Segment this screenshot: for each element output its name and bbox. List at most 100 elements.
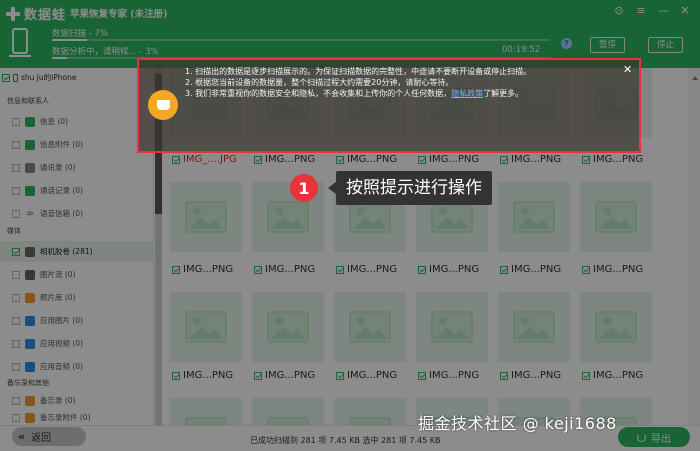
photo-thumbnail[interactable]: [580, 182, 652, 252]
photo-thumbnail[interactable]: [170, 398, 242, 425]
photo-checkbox[interactable]: [500, 371, 508, 380]
photo-caption[interactable]: IMG...PNG: [336, 370, 397, 381]
checkbox[interactable]: [12, 209, 20, 218]
photo-caption[interactable]: IMG_....JPG: [172, 154, 237, 165]
photo-checkbox[interactable]: [172, 371, 180, 380]
photo-checkbox[interactable]: [418, 371, 426, 380]
photo-thumbnail[interactable]: [252, 398, 324, 425]
sidebar-item-messages[interactable]: 信息 (0): [0, 111, 153, 132]
sidebar-item-photo-library[interactable]: 照片库 (0): [0, 287, 153, 308]
photo-checkbox[interactable]: [254, 265, 262, 274]
checkbox[interactable]: [12, 293, 20, 302]
sidebar-item-notes[interactable]: 备忘录 (0): [0, 390, 153, 411]
sidebar-item-app-videos[interactable]: 应用视频 (0): [0, 333, 153, 354]
checkbox[interactable]: [12, 186, 20, 195]
photo-checkbox[interactable]: [500, 265, 508, 274]
photo-checkbox[interactable]: [254, 155, 262, 164]
photo-caption[interactable]: IMG...PNG: [336, 264, 397, 275]
photo-thumbnail[interactable]: [170, 292, 242, 362]
device-row[interactable]: shu ju的iPhone: [0, 72, 76, 83]
photo-caption[interactable]: IMG...PNG: [336, 154, 397, 165]
sidebar-item-voicemail[interactable]: ∞ 语音信箱 (0): [0, 203, 153, 224]
photo-thumbnail[interactable]: [498, 182, 570, 252]
close-icon[interactable]: ✕: [678, 4, 692, 17]
photo-thumbnail[interactable]: [334, 398, 406, 425]
photo-caption[interactable]: IMG...PNG: [582, 264, 643, 275]
checkbox[interactable]: [12, 163, 20, 172]
photo-filename: IMG...PNG: [183, 370, 234, 381]
notice-line-3-suffix: 了解更多。: [483, 89, 524, 98]
photo-checkbox[interactable]: [336, 155, 344, 164]
stop-button[interactable]: 停止: [648, 37, 684, 53]
checkbox[interactable]: [12, 316, 20, 325]
device-phone-icon: [13, 73, 18, 82]
photo-checkbox[interactable]: [336, 371, 344, 380]
scan-progress-fill: [52, 39, 87, 41]
sidebar-item-camera-roll[interactable]: 相机胶卷 (281): [0, 241, 153, 262]
notice-close-icon[interactable]: ✕: [623, 63, 632, 76]
photo-checkbox[interactable]: [336, 265, 344, 274]
sidebar-item-app-photos[interactable]: 应用图片 (0): [0, 310, 153, 331]
minimize-icon[interactable]: —: [656, 4, 670, 17]
back-button[interactable]: « 返回: [12, 427, 86, 446]
sidebar-item-app-audio[interactable]: 应用音频 (0): [0, 356, 153, 377]
photo-caption[interactable]: IMG...PNG: [582, 154, 643, 165]
photo-checkbox[interactable]: [418, 155, 426, 164]
checkbox[interactable]: [12, 117, 20, 126]
photo-checkbox[interactable]: [172, 155, 180, 164]
photo-caption[interactable]: IMG...PNG: [254, 154, 315, 165]
photo-checkbox[interactable]: [172, 265, 180, 274]
photo-caption[interactable]: IMG...PNG: [418, 370, 479, 381]
help-icon[interactable]: ?: [561, 38, 572, 49]
user-icon[interactable]: ⊙: [612, 4, 626, 17]
photo-caption[interactable]: IMG...PNG: [172, 264, 233, 275]
photo-caption[interactable]: IMG...PNG: [172, 370, 233, 381]
photo-checkbox[interactable]: [582, 155, 590, 164]
privacy-policy-link[interactable]: 隐私政策: [451, 89, 483, 98]
image-placeholder-icon: [185, 201, 227, 233]
menu-icon[interactable]: ≡: [634, 4, 648, 17]
sidebar-item-contacts[interactable]: 通讯录 (0): [0, 157, 153, 178]
checkbox[interactable]: [12, 270, 20, 279]
photo-thumbnail[interactable]: [580, 292, 652, 362]
photo-checkbox[interactable]: [254, 371, 262, 380]
photo-caption[interactable]: IMG...PNG: [418, 264, 479, 275]
camera-roll-icon: [25, 246, 35, 257]
photo-filename: IMG...PNG: [265, 264, 316, 275]
checkbox[interactable]: [12, 339, 20, 348]
checkbox[interactable]: [12, 247, 20, 256]
photo-caption[interactable]: IMG...PNG: [500, 154, 561, 165]
photo-caption[interactable]: IMG...PNG: [500, 370, 561, 381]
pause-button[interactable]: 暂停: [590, 37, 626, 53]
photo-checkbox[interactable]: [582, 371, 590, 380]
photo-thumbnail[interactable]: [498, 292, 570, 362]
grid-scrollbar[interactable]: [688, 68, 700, 425]
checkbox[interactable]: [12, 140, 20, 149]
scroll-up-icon[interactable]: [692, 76, 698, 80]
checkbox[interactable]: [12, 396, 20, 405]
photo-caption[interactable]: IMG...PNG: [254, 264, 315, 275]
photo-thumbnail[interactable]: [252, 292, 324, 362]
export-button[interactable]: 导出: [618, 427, 690, 447]
sidebar-item-photo-stream[interactable]: 图片流 (0): [0, 264, 153, 285]
photo-checkbox[interactable]: [582, 265, 590, 274]
notice-line-2: 2. 根据您当前设备的数据量，整个扫描过程大约需要20分钟，请耐心等待。: [185, 78, 454, 87]
photo-caption[interactable]: IMG...PNG: [582, 370, 643, 381]
checkbox[interactable]: [12, 362, 20, 371]
photo-checkbox[interactable]: [500, 155, 508, 164]
photo-thumbnail[interactable]: [334, 292, 406, 362]
photo-thumbnail[interactable]: [170, 182, 242, 252]
window-controls: ⊙ ≡ — ✕: [612, 4, 692, 17]
photo-caption[interactable]: IMG...PNG: [500, 264, 561, 275]
sidebar-item-notes-attachments[interactable]: 备忘录附件 (0): [0, 410, 153, 425]
checkbox[interactable]: [12, 413, 20, 422]
sidebar-item-call-history[interactable]: 通话记录 (0): [0, 180, 153, 201]
sidebar-item-message-attachments[interactable]: 信息附件 (0): [0, 134, 153, 155]
image-placeholder-icon: [513, 311, 555, 343]
photo-caption[interactable]: IMG...PNG: [418, 154, 479, 165]
notice-line-1: 1. 扫描出的数据是逐步扫描展示的。为保证扫描数据的完整性，中途请不要断开设备或…: [185, 67, 532, 76]
device-checkbox[interactable]: [2, 73, 10, 82]
photo-checkbox[interactable]: [418, 265, 426, 274]
photo-caption[interactable]: IMG...PNG: [254, 370, 315, 381]
photo-thumbnail[interactable]: [416, 292, 488, 362]
